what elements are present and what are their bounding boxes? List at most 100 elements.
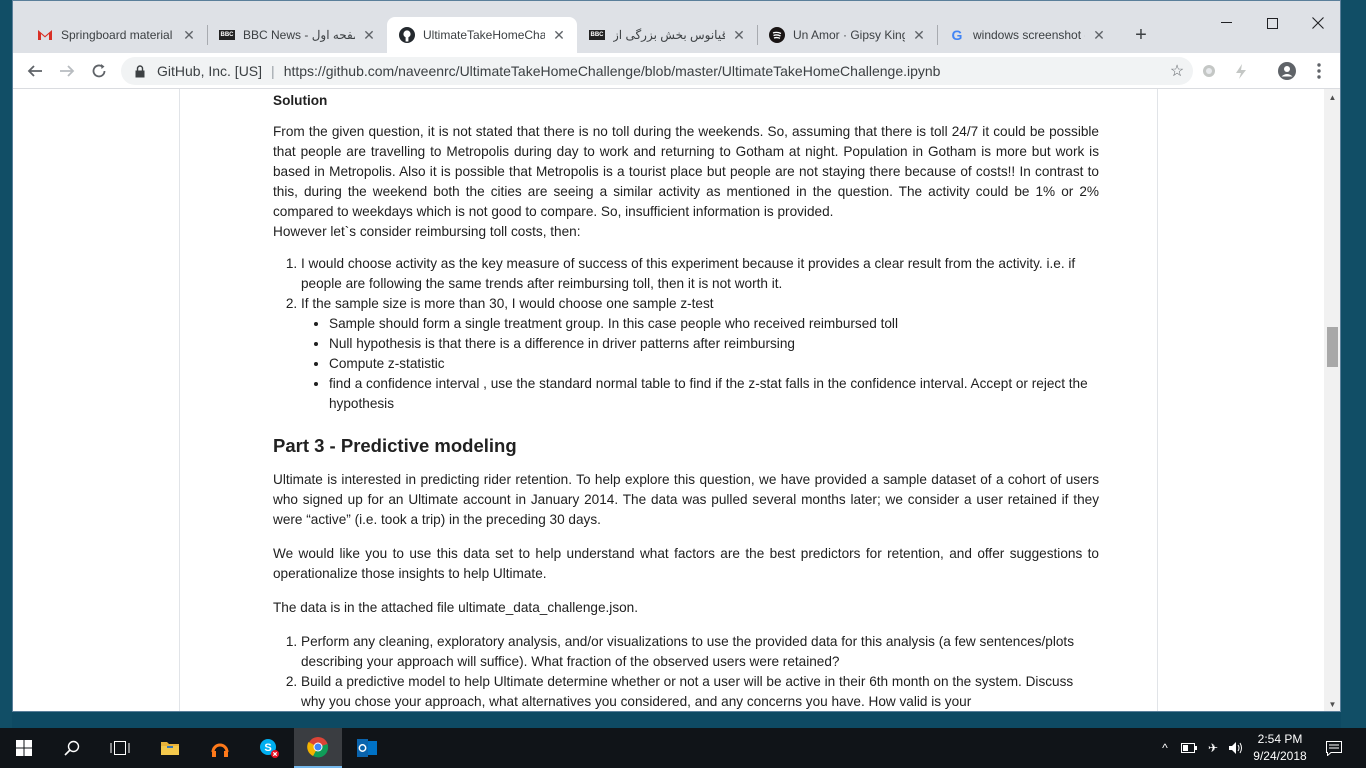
solution-step: If the sample size is more than 30, I wo… xyxy=(301,294,1099,414)
close-icon[interactable]: ✕ xyxy=(731,27,747,43)
solution-step-text: If the sample size is more than 30, I wo… xyxy=(301,296,714,311)
desktop-right-edge xyxy=(1341,0,1366,728)
minimize-button[interactable] xyxy=(1203,9,1249,37)
solution-heading: Solution xyxy=(273,93,328,108)
tab-bbc-news[interactable]: BBC BBC News - صفحه اول ✕ xyxy=(207,17,387,53)
address-separator: | xyxy=(271,63,275,79)
bbc-icon: BBC xyxy=(589,30,605,40)
outlook-icon xyxy=(357,739,377,757)
solution-substep: Null hypothesis is that there is a diffe… xyxy=(329,334,1099,354)
github-icon xyxy=(399,27,415,43)
desktop-left-edge xyxy=(0,0,12,728)
solution-substep: Sample should form a single treatment gr… xyxy=(329,314,1099,334)
solution-steps: I would choose activity as the key measu… xyxy=(301,254,1099,414)
bbc-icon: BBC xyxy=(219,30,235,40)
arrow-right-icon xyxy=(60,65,75,77)
scroll-up-icon[interactable]: ▲ xyxy=(1324,89,1340,106)
part3-data-file: The data is in the attached file ultimat… xyxy=(273,600,639,615)
tab-strip: Springboard material - ✕ BBC BBC News - … xyxy=(13,1,1340,53)
close-window-button[interactable] xyxy=(1295,9,1340,37)
part3-tasks: Perform any cleaning, exploratory analys… xyxy=(301,632,1099,711)
content-border-right xyxy=(1157,89,1158,711)
search-button[interactable] xyxy=(48,728,96,768)
notifications-icon[interactable] xyxy=(1326,740,1342,756)
tab-title: UltimateTakeHomeCha xyxy=(423,28,545,42)
skype-button[interactable]: S xyxy=(245,728,293,768)
maximize-button[interactable] xyxy=(1249,9,1295,37)
windows-logo-icon xyxy=(16,740,32,756)
reload-icon xyxy=(92,64,106,78)
clock-date: 9/24/2018 xyxy=(1253,749,1307,763)
solution-substep: find a confidence interval , use the sta… xyxy=(329,374,1099,414)
chrome-icon xyxy=(307,737,329,758)
new-tab-button[interactable]: + xyxy=(1129,23,1153,47)
lock-icon xyxy=(133,64,147,78)
vpn-icon xyxy=(211,743,229,757)
tab-title: BBC News - صفحه اول xyxy=(243,28,355,42)
gmail-icon xyxy=(37,27,53,43)
content-border-left xyxy=(179,89,180,711)
address-bar[interactable]: GitHub, Inc. [US] | https://github.com/n… xyxy=(121,57,1193,85)
close-icon[interactable]: ✕ xyxy=(181,27,197,43)
solution-substep: Compute z-statistic xyxy=(329,354,1099,374)
skype-icon: S xyxy=(260,739,279,758)
close-icon[interactable]: ✕ xyxy=(361,27,377,43)
start-button[interactable] xyxy=(0,728,48,768)
chrome-taskbar-button[interactable] xyxy=(294,728,342,768)
part3-heading: Part 3 - Predictive modeling xyxy=(273,435,517,456)
spotify-icon xyxy=(769,27,785,43)
file-explorer-button[interactable] xyxy=(146,728,194,768)
chrome-window: Springboard material - ✕ BBC BBC News - … xyxy=(12,0,1341,712)
part3-goal: We would like you to use this data set t… xyxy=(273,546,1099,581)
task-view-button[interactable] xyxy=(96,728,144,768)
tab-title: Un Amor · Gipsy Kings xyxy=(793,28,905,42)
forward-button[interactable] xyxy=(53,57,81,85)
tab-bbc-persian[interactable]: BBC اقیانوس بخش بزرگی از ✕ xyxy=(577,17,757,53)
solution-substeps: Sample should form a single treatment gr… xyxy=(329,314,1099,414)
search-icon xyxy=(64,740,80,756)
windows-taskbar: S ^ ✈ 2:54 PM 9/24/2018 xyxy=(0,728,1366,768)
part3-intro: Ultimate is interested in predicting rid… xyxy=(273,472,1099,527)
tab-google[interactable]: G windows screenshot - ✕ xyxy=(937,17,1117,53)
clock-time: 2:54 PM xyxy=(1257,732,1303,746)
tab-github[interactable]: UltimateTakeHomeCha ✕ xyxy=(387,17,577,53)
browser-toolbar: GitHub, Inc. [US] | https://github.com/n… xyxy=(13,53,1340,89)
close-icon[interactable]: ✕ xyxy=(1091,27,1107,43)
page-content: Solution From the given question, it is … xyxy=(13,89,1324,711)
close-icon[interactable]: ✕ xyxy=(911,27,927,43)
svg-text:S: S xyxy=(264,742,271,754)
part3-task: Build a predictive model to help Ultimat… xyxy=(301,672,1099,711)
extension-icon[interactable] xyxy=(1195,57,1223,85)
tab-title: windows screenshot - xyxy=(973,28,1085,42)
tab-spotify[interactable]: Un Amor · Gipsy Kings ✕ xyxy=(757,17,937,53)
tab-gmail[interactable]: Springboard material - ✕ xyxy=(25,17,207,53)
solution-paragraph: From the given question, it is not state… xyxy=(273,124,1099,219)
solution-step: I would choose activity as the key measu… xyxy=(301,254,1099,294)
profile-avatar-icon[interactable] xyxy=(1273,57,1301,85)
airplane-mode-icon[interactable]: ✈ xyxy=(1205,740,1221,756)
close-icon[interactable]: ✕ xyxy=(551,27,567,43)
task-view-icon xyxy=(110,741,130,755)
arrow-left-icon xyxy=(27,65,42,77)
scroll-down-icon[interactable]: ▼ xyxy=(1324,696,1340,711)
vpn-app-button[interactable] xyxy=(196,728,244,768)
back-button[interactable] xyxy=(21,57,49,85)
folder-icon xyxy=(161,742,179,755)
url-text: https://github.com/naveenrc/UltimateTake… xyxy=(283,63,941,79)
bookmark-star-icon[interactable]: ☆ xyxy=(1167,61,1187,81)
notebook-render: Solution From the given question, it is … xyxy=(273,89,1099,711)
taskbar-clock[interactable]: 2:54 PM 9/24/2018 xyxy=(1240,731,1320,765)
solution-followup: However let`s consider reimbursing toll … xyxy=(273,224,581,239)
extension-icon[interactable] xyxy=(1227,57,1255,85)
page-scrollbar[interactable]: ▲ ▼ xyxy=(1324,89,1340,711)
tab-title: اقیانوس بخش بزرگی از xyxy=(613,28,725,42)
google-icon: G xyxy=(951,27,963,43)
kebab-menu-icon[interactable] xyxy=(1305,57,1333,85)
battery-icon[interactable] xyxy=(1181,740,1197,756)
scrollbar-thumb[interactable] xyxy=(1327,327,1338,367)
part3-task: Perform any cleaning, exploratory analys… xyxy=(301,632,1099,672)
outlook-button[interactable] xyxy=(343,728,391,768)
show-hidden-icons-icon[interactable]: ^ xyxy=(1157,740,1173,756)
reload-button[interactable] xyxy=(85,57,113,85)
tab-title: Springboard material - xyxy=(61,28,175,42)
